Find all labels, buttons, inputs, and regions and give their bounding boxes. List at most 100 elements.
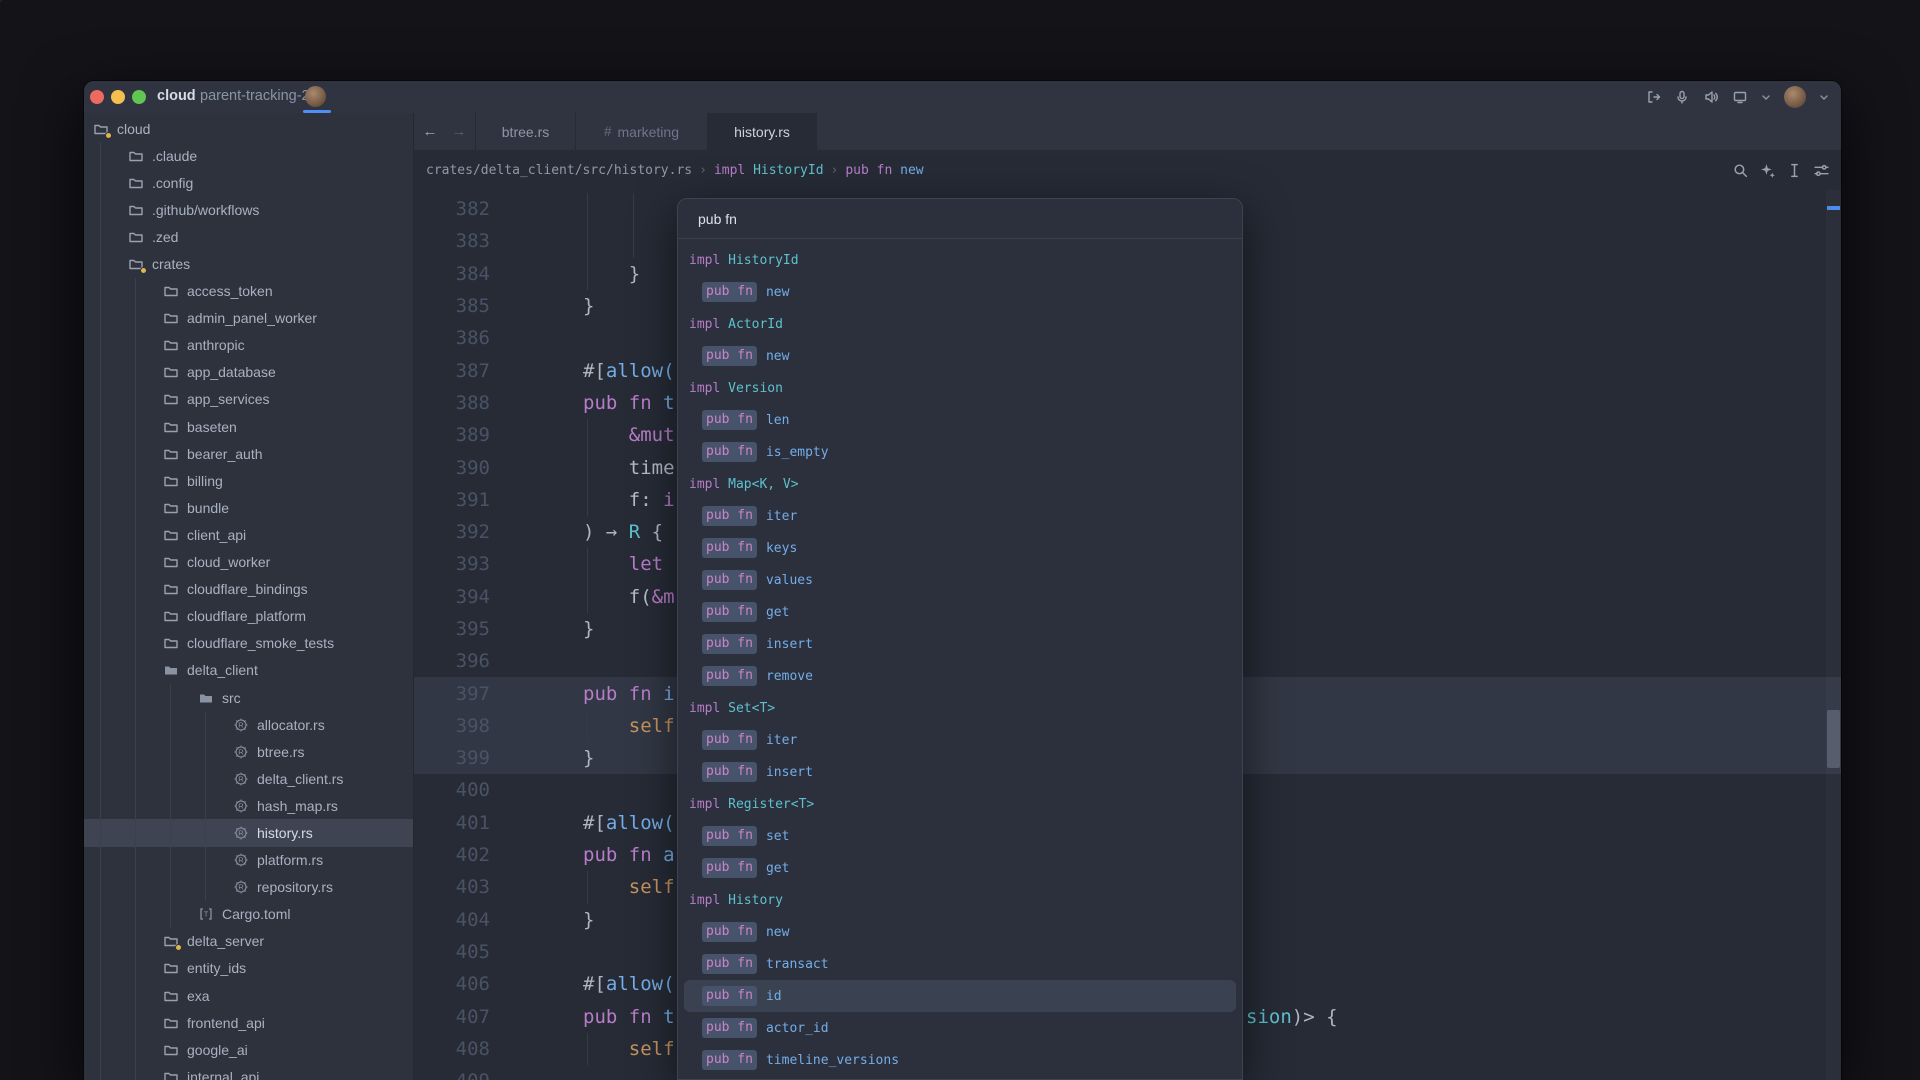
tree-item-baseten[interactable]: baseten [84, 413, 413, 440]
tree-item-app-database[interactable]: app_database [84, 359, 413, 386]
speaker-icon[interactable] [1703, 89, 1719, 105]
tree-item--claude[interactable]: .claude [84, 142, 413, 169]
tree-item-delta-client-rs[interactable]: Rdelta_client.rs [84, 765, 413, 792]
tree-item-bearer-auth[interactable]: bearer_auth [84, 440, 413, 467]
outline-item-iter[interactable]: pub fniter [678, 500, 1242, 532]
tree-item-internal-api[interactable]: internal_api [84, 1063, 413, 1080]
tree-item-anthropic[interactable]: anthropic [84, 332, 413, 359]
tree-item-btree-rs[interactable]: Rbtree.rs [84, 738, 413, 765]
svg-text:R: R [238, 774, 244, 783]
tree-item-cloud[interactable]: cloud [84, 115, 413, 142]
outline-item-get[interactable]: pub fnget [678, 852, 1242, 884]
back-button[interactable]: ← [423, 123, 438, 140]
tree-item-admin-panel-worker[interactable]: admin_panel_worker [84, 305, 413, 332]
outline-item-new[interactable]: pub fnnew [678, 916, 1242, 948]
tree-item-allocator-rs[interactable]: Rallocator.rs [84, 711, 413, 738]
tree-item-client-api[interactable]: client_api [84, 521, 413, 548]
outline-item-register-t-[interactable]: impl Register<T> [678, 788, 1242, 820]
outline-item-remove[interactable]: pub fnremove [678, 660, 1242, 692]
tree-item-entity-ids[interactable]: entity_ids [84, 955, 413, 982]
outline-query-input[interactable]: pub fn [678, 199, 1242, 239]
project-name[interactable]: cloud [157, 88, 196, 104]
breadcrumb-segment[interactable]: crates/delta_client/src/history.rs [426, 163, 692, 178]
tree-item-google-ai[interactable]: google_ai [84, 1036, 413, 1063]
code-line-text: pub fn t [583, 1006, 675, 1028]
tree-item-history-rs[interactable]: Rhistory.rs [84, 819, 413, 846]
sparkles-icon[interactable] [1759, 162, 1776, 179]
tree-item-app-services[interactable]: app_services [84, 386, 413, 413]
outline-item-len[interactable]: pub fnlen [678, 404, 1242, 436]
scrollbar-thumb[interactable] [1827, 710, 1840, 768]
tree-item-access-token[interactable]: access_token [84, 278, 413, 305]
tree-item-crates[interactable]: crates [84, 250, 413, 277]
breadcrumb[interactable]: crates/delta_client/src/history.rs›impl … [414, 150, 1841, 190]
outline-item-actor-id[interactable]: pub fnactor_id [678, 1012, 1242, 1044]
minimize-button[interactable] [111, 90, 125, 104]
user-avatar[interactable] [1784, 86, 1806, 108]
tree-item-cloudflare-platform[interactable]: cloudflare_platform [84, 603, 413, 630]
outline-item-set[interactable]: pub fnset [678, 820, 1242, 852]
outline-item-transact[interactable]: pub fntransact [678, 948, 1242, 980]
tree-item-delta-client[interactable]: delta_client [84, 657, 413, 684]
breadcrumb-segment[interactable]: HistoryId [745, 163, 823, 178]
outline-item-new[interactable]: pub fnnew [678, 340, 1242, 372]
code-line-text: self [583, 876, 675, 898]
outline-item-get[interactable]: pub fnget [678, 596, 1242, 628]
outline-item-insert[interactable]: pub fninsert [678, 628, 1242, 660]
outline-item-actorid[interactable]: impl ActorId [678, 308, 1242, 340]
outline-item-is-empty[interactable]: pub fnis_empty [678, 436, 1242, 468]
ibeam-icon[interactable] [1786, 162, 1803, 179]
rust-icon: R [233, 879, 249, 895]
line-number: 399 [414, 747, 490, 769]
chevron-down-icon[interactable] [1819, 92, 1829, 102]
screen-share-icon[interactable] [1732, 89, 1748, 105]
breadcrumb-segment[interactable]: new [892, 163, 923, 178]
outline-item-insert[interactable]: pub fninsert [678, 756, 1242, 788]
editor-scrollbar[interactable] [1826, 190, 1841, 1080]
outline-item-new[interactable]: pub fnnew [678, 276, 1242, 308]
tree-item--config[interactable]: .config [84, 169, 413, 196]
breadcrumb-segment[interactable]: impl [714, 163, 745, 178]
microphone-icon[interactable] [1674, 89, 1690, 105]
tree-item-frontend-api[interactable]: frontend_api [84, 1009, 413, 1036]
outline-item-version[interactable]: impl Version [678, 372, 1242, 404]
outline-item-historyid[interactable]: impl HistoryId [678, 244, 1242, 276]
tab-history-rs[interactable]: history.rs [708, 113, 817, 150]
zoom-button[interactable] [132, 90, 146, 104]
chevron-down-icon[interactable] [1761, 92, 1771, 102]
sign-out-icon[interactable] [1645, 89, 1661, 105]
tab-marketing[interactable]: #marketing [576, 113, 708, 150]
outline-item-set-t-[interactable]: impl Set<T> [678, 692, 1242, 724]
tree-item-platform-rs[interactable]: Rplatform.rs [84, 847, 413, 874]
tree-item-bundle[interactable]: bundle [84, 494, 413, 521]
tree-item-hash-map-rs[interactable]: Rhash_map.rs [84, 792, 413, 819]
tree-item-delta-server[interactable]: delta_server [84, 928, 413, 955]
outline-item-keys[interactable]: pub fnkeys [678, 532, 1242, 564]
branch-name[interactable]: parent-tracking-2 [200, 88, 310, 104]
breadcrumb-segment[interactable]: pub fn [845, 163, 892, 178]
outline-item-history[interactable]: impl History [678, 884, 1242, 916]
tree-item-cloud-worker[interactable]: cloud_worker [84, 549, 413, 576]
tree-item-billing[interactable]: billing [84, 467, 413, 494]
tree-item-cloudflare-smoke-tests[interactable]: cloudflare_smoke_tests [84, 630, 413, 657]
tab-btree-rs[interactable]: btree.rs [476, 113, 576, 150]
tree-item-cargo-toml[interactable]: TCargo.toml [84, 901, 413, 928]
sliders-icon[interactable] [1813, 162, 1830, 179]
forward-button[interactable]: → [452, 123, 467, 140]
tree-item-src[interactable]: src [84, 684, 413, 711]
outline-item-id[interactable]: pub fnid [684, 980, 1236, 1012]
collaborator-avatar[interactable] [305, 86, 326, 107]
outline-item-timeline-versions[interactable]: pub fntimeline_versions [678, 1044, 1242, 1076]
tree-item-exa[interactable]: exa [84, 982, 413, 1009]
outline-item-iter[interactable]: pub fniter [678, 724, 1242, 756]
tree-item-repository-rs[interactable]: Rrepository.rs [84, 874, 413, 901]
tree-item--zed[interactable]: .zed [84, 223, 413, 250]
outline-item-values[interactable]: pub fnvalues [678, 564, 1242, 596]
tree-item--github-workflows[interactable]: .github/workflows [84, 196, 413, 223]
tree-item-cloudflare-bindings[interactable]: cloudflare_bindings [84, 576, 413, 603]
search-icon[interactable] [1732, 162, 1749, 179]
tree-indent-guide [205, 711, 206, 738]
outline-item-map-k-v-[interactable]: impl Map<K, V> [678, 468, 1242, 500]
close-button[interactable] [90, 90, 104, 104]
outline-item-partial[interactable]: pub fn [678, 1076, 1242, 1079]
